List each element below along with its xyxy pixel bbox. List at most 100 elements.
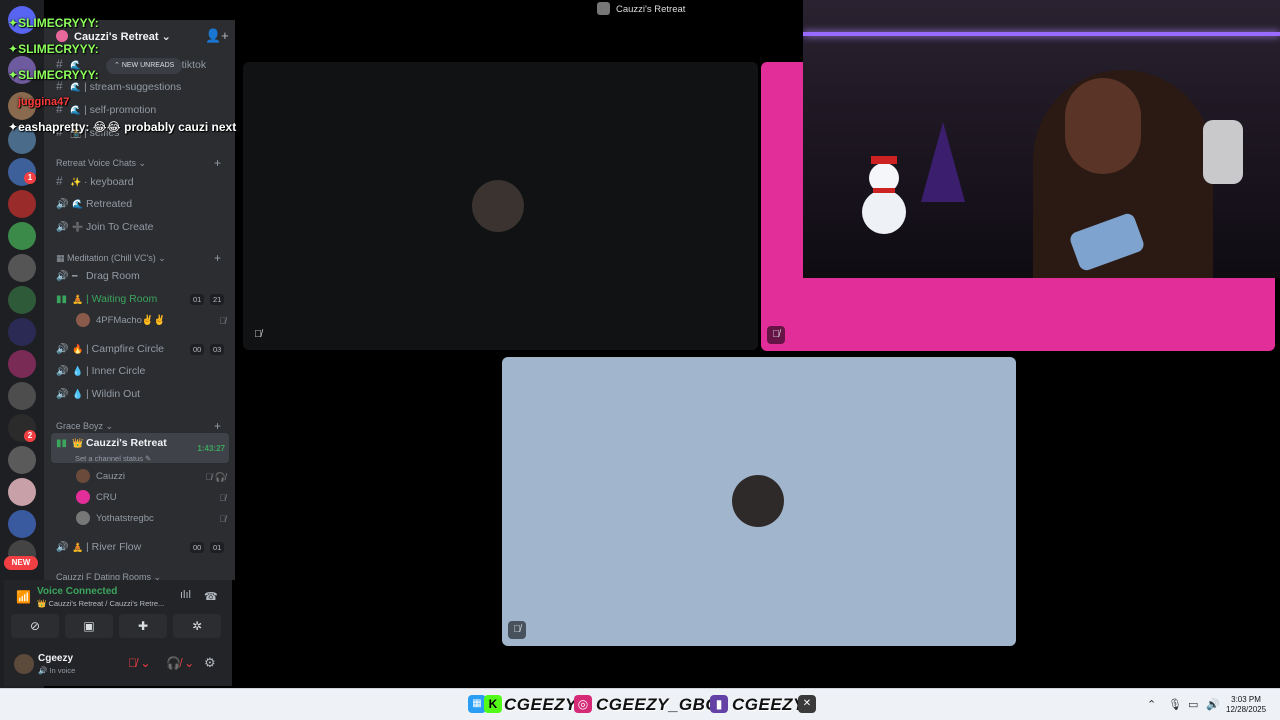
server-icon[interactable]: [8, 446, 36, 474]
call-timer: 1:43:27: [197, 444, 225, 453]
microphone-icon[interactable]: 🎙: [1168, 698, 1182, 711]
channel-keyboard[interactable]: # ✨ · keyboard: [56, 171, 234, 191]
server-icon: [597, 2, 610, 15]
server-icon: [56, 30, 68, 42]
chevron-up-icon[interactable]: ⌃: [1147, 698, 1156, 711]
instagram-icon: ◎: [574, 695, 592, 713]
channel-drag-room[interactable]: 🔊 ━ Drag Room: [56, 266, 234, 286]
taskbar: ▦ K CGEEZY ◎ CGEEZY_GBC ▮ CGEEZY ✕ ⌃ 🎙 ▭…: [0, 688, 1280, 720]
christmas-tree: [921, 122, 965, 202]
user-count: 00: [190, 344, 205, 355]
channel-self-promotion[interactable]: # 🌊 | self-promotion: [56, 99, 234, 119]
server-icon[interactable]: [8, 350, 36, 378]
participant-tile[interactable]: 🎙̸: [502, 357, 1016, 646]
avatar: [76, 490, 90, 505]
channel-status-prompt[interactable]: Set a channel status ✎: [75, 449, 151, 469]
user-count: 01: [190, 294, 205, 305]
streamer-head: [1065, 78, 1141, 174]
screen-share-button[interactable]: ▣: [65, 614, 113, 638]
gear-icon[interactable]: ⚙: [204, 655, 216, 671]
deafen-icon[interactable]: 🎧̸ ⌄: [166, 656, 194, 670]
streamer-webcam: [803, 0, 1280, 278]
muted-icon: 🎙̸: [767, 326, 785, 344]
voice-user[interactable]: Cauzzi 🎙̸ 🎧̸: [76, 467, 226, 487]
camera-off-button[interactable]: ⊘: [11, 614, 59, 638]
user-name[interactable]: Cgeezy: [38, 653, 73, 664]
add-channel-icon[interactable]: +: [214, 419, 221, 433]
channel-sidebar: Cauzzi's Retreat ⌄ 👤+ # 🌊 | tiktok ⌃ NEW U…: [44, 20, 235, 580]
screen: 1 2 NEW Cauzzi's Retreat ⌄ 👤+ # 🌊 | tiktok…: [0, 0, 1280, 720]
participant-tile[interactable]: 🎙̸: [243, 62, 758, 350]
signal-icon[interactable]: 📶: [16, 590, 31, 604]
server-icon[interactable]: [8, 286, 36, 314]
chat-message: ✦eashapretty: 😂😂 probably cauzi next: [8, 120, 237, 134]
avatar: [76, 313, 90, 328]
noise-suppression-icon[interactable]: ılıl: [180, 589, 191, 601]
avatar: [76, 469, 90, 484]
server-icon[interactable]: [8, 478, 36, 506]
social-handle: CGEEZY_GBC: [596, 695, 719, 714]
social-handle: CGEEZY: [504, 695, 577, 714]
social-handle: CGEEZY: [732, 695, 805, 714]
avatar[interactable]: [14, 654, 34, 674]
user-limit: 21: [210, 294, 225, 305]
new-unreads-pill[interactable]: NEW: [4, 556, 38, 570]
category-dating-rooms[interactable]: Cauzzi F Dating Rooms ⌄: [56, 572, 161, 580]
channel-campfire-circle[interactable]: 🔊 🔥 | Campfire Circle 00 03: [56, 339, 234, 359]
add-channel-icon[interactable]: +: [214, 156, 221, 170]
invite-icon[interactable]: 👤+: [205, 28, 229, 44]
channel-inner-circle[interactable]: 🔊 💧 | Inner Circle: [56, 361, 234, 381]
x-icon: ✕: [798, 695, 816, 713]
channel-retreated[interactable]: 🔊 🌊 Retreated: [56, 194, 234, 214]
category-retreat-voice[interactable]: Retreat Voice Chats ⌄: [56, 158, 146, 169]
avatar: [732, 475, 784, 527]
muted-icon: 🎙̸: [219, 493, 226, 503]
voice-user[interactable]: 4PFMacho✌️✌️ 🎙̸: [76, 311, 226, 331]
voice-connection-panel: 📶 Voice Connected 👑 Cauzzi's Retreat / C…: [4, 580, 232, 686]
microphone: [1203, 120, 1243, 184]
category-grace-boyz[interactable]: Grace Boyz ⌄: [56, 421, 113, 432]
chat-message: juggina47: [18, 96, 70, 108]
voice-connected-label[interactable]: Voice Connected: [37, 586, 117, 597]
disconnect-icon[interactable]: ☎: [204, 590, 218, 603]
voice-location[interactable]: 👑 Cauzzi's Retreat / Cauzzi's Retre...: [37, 599, 164, 608]
avatar: [472, 180, 524, 232]
channel-river-flow[interactable]: 🔊 🧘 | River Flow 00 01: [56, 537, 234, 557]
network-icon[interactable]: ▭: [1188, 698, 1198, 711]
led-strip: [803, 32, 1280, 36]
muted-deafened-icon: 🎙̸ 🎧̸: [205, 472, 226, 482]
avatar: [76, 511, 90, 526]
category-meditation[interactable]: ▦ Meditation (Chill VC's) ⌄: [56, 253, 166, 264]
server-icon[interactable]: [8, 222, 36, 250]
voice-user[interactable]: CRU 🎙̸: [76, 488, 226, 508]
add-channel-icon[interactable]: +: [214, 251, 221, 265]
server-icon[interactable]: [8, 382, 36, 410]
channel-wildin-out[interactable]: 🔊 💧 | Wildin Out: [56, 384, 234, 404]
user-limit: 01: [210, 542, 225, 553]
voice-user[interactable]: Yothatstregbc 🎙̸: [76, 509, 226, 529]
muted-icon: 🎙̸: [219, 514, 226, 524]
system-clock[interactable]: 3:03 PM 12/28/2025: [1226, 695, 1266, 715]
server-icon[interactable]: [8, 318, 36, 346]
server-icon[interactable]: [8, 510, 36, 538]
window-title: Cauzzi's Retreat: [616, 4, 686, 15]
chat-message: ✦SLIMECRYYY:: [8, 68, 99, 82]
mute-mic-icon[interactable]: 🎙̸ ⌄: [128, 656, 150, 670]
muted-icon: 🎙̸: [508, 621, 526, 639]
muted-icon: 🎙̸: [219, 316, 226, 326]
channel-cauzzis-retreat[interactable]: ▮▮ 👑 Cauzzi's Retreat 1:43:27 Set a channe…: [51, 433, 229, 463]
server-icon[interactable]: [8, 190, 36, 218]
activities-button[interactable]: ✚: [119, 614, 167, 638]
user-limit: 03: [210, 344, 225, 355]
volume-icon[interactable]: 🔊: [1206, 698, 1220, 711]
soundboard-button[interactable]: ✲: [173, 614, 221, 638]
chat-message: ✦SLIMECRYYY:: [8, 42, 99, 56]
channel-join-to-create[interactable]: 🔊 ➕ Join To Create: [56, 217, 234, 237]
muted-icon: 🎙̸: [254, 329, 262, 340]
server-icon[interactable]: [8, 254, 36, 282]
chat-message: ✦SLIMECRYYY:: [8, 16, 99, 30]
unread-badge: 2: [24, 430, 36, 442]
new-unreads-button[interactable]: ⌃ NEW UNREADS: [106, 58, 183, 74]
snowman-decoration: [862, 156, 906, 234]
channel-waiting-room[interactable]: ▮▮ 🧘 | Waiting Room 01 21: [56, 289, 234, 309]
